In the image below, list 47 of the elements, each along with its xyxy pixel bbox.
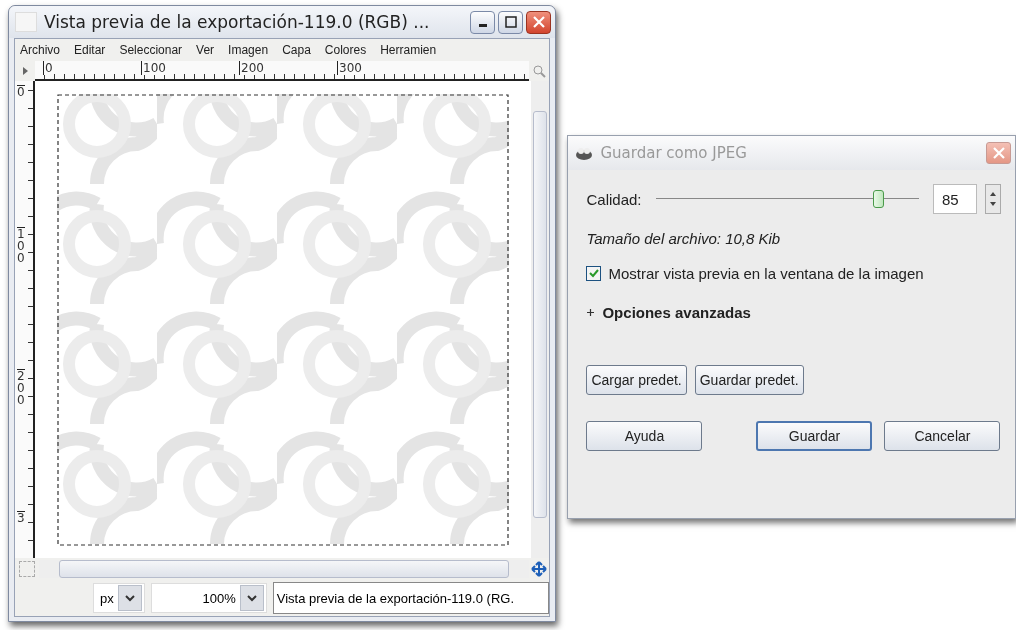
close-icon <box>532 16 545 28</box>
close-icon <box>992 147 1005 159</box>
advanced-options-expander[interactable]: Opciones avanzadas <box>602 304 751 321</box>
ruler-label: 200 <box>239 61 264 75</box>
move-icon[interactable] <box>529 561 550 577</box>
caret-icon <box>124 594 135 602</box>
quality-label: Calidad: <box>586 190 642 208</box>
window-title: Vista previa de la exportación-119.0 (RGB) ... <box>44 12 431 32</box>
menu-item[interactable]: Capa <box>282 43 311 57</box>
ruler-label: 3 <box>17 511 25 524</box>
dialog-button[interactable]: Ayuda <box>586 421 703 451</box>
checkbox[interactable] <box>586 266 602 281</box>
menu-item[interactable]: Seleccionar <box>119 43 183 57</box>
spin-arrows[interactable] <box>985 184 1001 214</box>
checkbox-label: Mostrar vista previa en la ventana de la imagen <box>608 265 924 282</box>
menu-item[interactable]: Imagen <box>228 43 269 57</box>
caret-icon <box>246 594 257 602</box>
triangle-icon <box>20 66 30 76</box>
zoom-dropdown[interactable]: 100% <box>150 583 267 613</box>
minimize-icon <box>478 24 487 27</box>
menu-item[interactable]: Archivo <box>20 43 60 57</box>
dialog-button[interactable]: Cancelar <box>884 421 1001 451</box>
file-size-text: Tamaño del archivo: 10,8 Kib <box>586 230 782 247</box>
dialog-button[interactable]: Guardar <box>756 421 873 451</box>
ruler-label: 100 <box>141 61 166 75</box>
preset-button[interactable]: Cargar predet. <box>586 365 687 395</box>
expander-icon[interactable] <box>586 308 596 317</box>
status-text: Vista previa de la exportación-119.0 (RG. <box>272 582 550 614</box>
maximize-button[interactable] <box>498 10 524 34</box>
app-icon <box>15 12 37 32</box>
ruler-label: 300 <box>337 61 362 75</box>
minimize-button[interactable] <box>470 10 496 34</box>
menu-item[interactable]: Ver <box>196 43 215 57</box>
dialog-title: Guardar como JPEG <box>600 144 748 162</box>
ruler-label: 200 <box>17 369 25 406</box>
preset-button[interactable]: Guardar predet. <box>694 365 804 395</box>
maximize-icon <box>504 16 517 28</box>
ruler-label: 0 <box>43 61 53 75</box>
quality-spinbox[interactable]: 85 <box>933 184 977 214</box>
menu-item[interactable]: Colores <box>324 43 367 57</box>
close-button[interactable] <box>526 10 552 34</box>
unit-dropdown[interactable]: px <box>93 583 145 613</box>
menu-item[interactable]: Herramien <box>380 43 437 57</box>
ruler-label: 0 <box>17 85 25 98</box>
ruler-label: 100 <box>17 227 25 264</box>
menu-item[interactable]: Editar <box>74 43 106 57</box>
slider-thumb[interactable] <box>873 190 885 208</box>
